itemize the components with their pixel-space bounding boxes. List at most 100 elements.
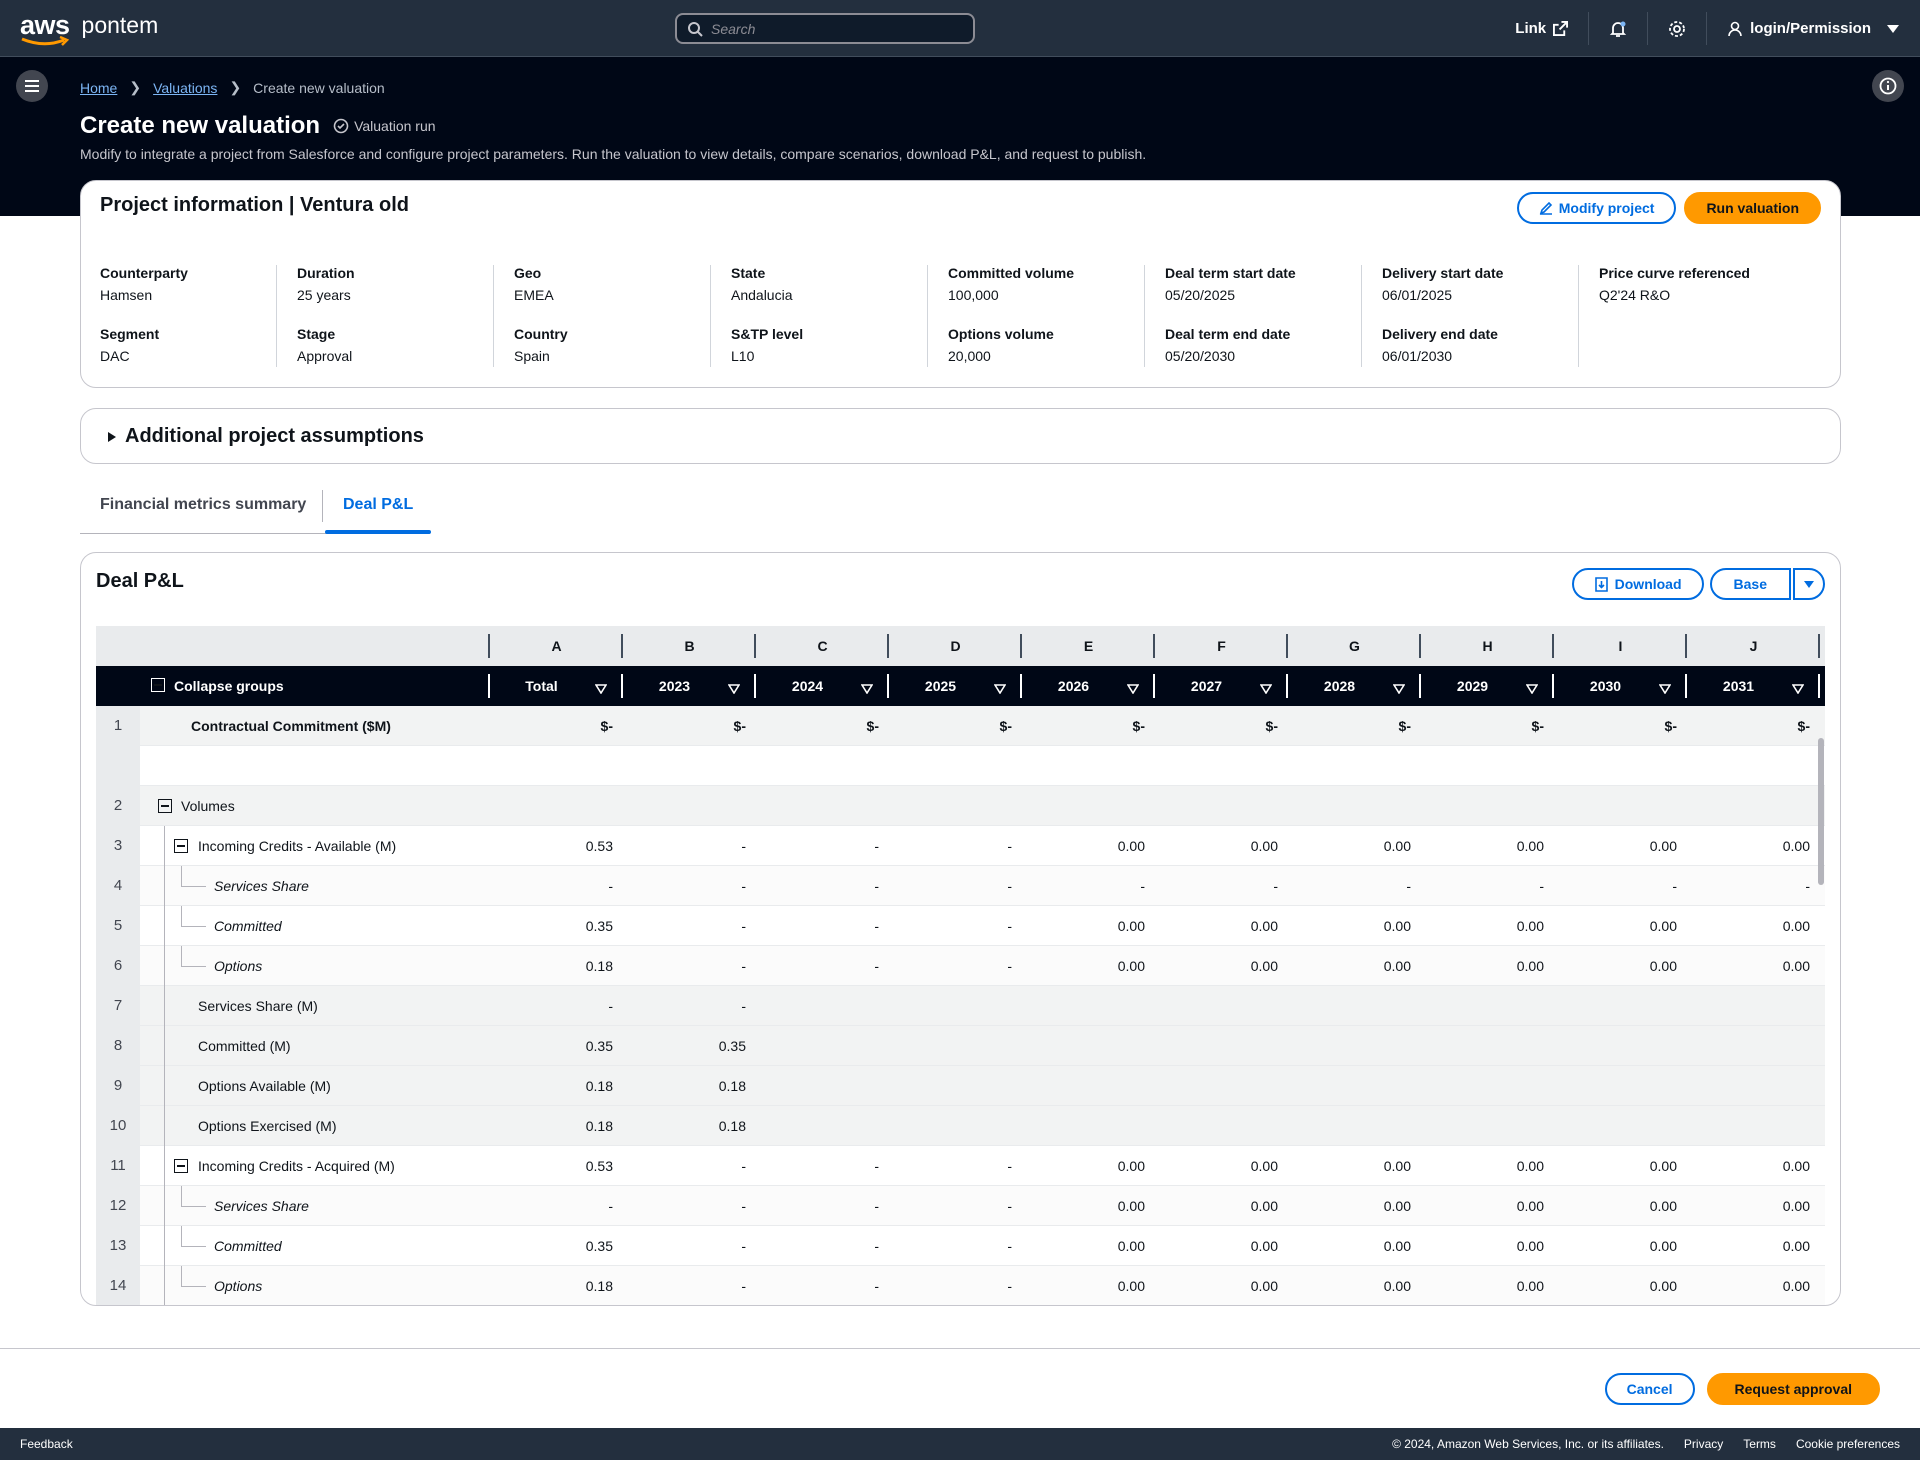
breadcrumb-home[interactable]: Home — [80, 80, 117, 96]
cell-value[interactable]: 0.18 — [513, 1106, 613, 1146]
cell-value[interactable]: 0.00 — [1710, 1146, 1810, 1186]
column-header[interactable]: 2031 — [1687, 666, 1790, 706]
table-row[interactable]: 5 Committed 0.35- - -0.00 0.00 0.00 0.00 0.00 0.0… — [96, 906, 1825, 946]
cell-value[interactable]: - — [513, 986, 613, 1026]
cell-value[interactable]: - — [513, 866, 613, 906]
cell-value[interactable]: - — [1311, 866, 1411, 906]
cell-value[interactable]: - — [646, 946, 746, 986]
cell-value[interactable]: - — [646, 866, 746, 906]
cell-value[interactable]: 0.53 — [513, 826, 613, 866]
cell-value[interactable]: - — [1045, 866, 1145, 906]
table-row[interactable]: 11 Incoming Credits - Acquired (M) 0.53- - -… — [96, 1146, 1825, 1186]
cell-value[interactable]: - — [1444, 866, 1544, 906]
cell-value[interactable]: - — [779, 866, 879, 906]
column-filter-icon[interactable] — [1259, 681, 1273, 697]
cell-value[interactable]: $- — [1045, 706, 1145, 746]
cell-value[interactable]: - — [1178, 866, 1278, 906]
cell-value[interactable]: - — [912, 1146, 1012, 1186]
cell-value[interactable]: 0.18 — [646, 1066, 746, 1106]
cell-value[interactable]: - — [912, 1186, 1012, 1226]
download-button[interactable]: Download — [1571, 568, 1704, 600]
cell-value[interactable]: 0.18 — [513, 946, 613, 986]
column-header[interactable]: 2029 — [1421, 666, 1524, 706]
column-filter-icon[interactable] — [860, 681, 874, 697]
cell-value[interactable]: 0.00 — [1577, 906, 1677, 946]
aws-pontem-logo[interactable]: aws pontem — [20, 12, 158, 46]
cell-value[interactable]: - — [912, 866, 1012, 906]
user-menu[interactable]: login/Permission — [1706, 12, 1920, 45]
cell-value[interactable]: 0.00 — [1045, 1186, 1145, 1226]
cell-value[interactable]: 0.53 — [513, 1146, 613, 1186]
cell-value[interactable]: 0.00 — [1311, 906, 1411, 946]
help-panel-button[interactable] — [1872, 70, 1904, 102]
cell-value[interactable]: $- — [1178, 706, 1278, 746]
column-filter-icon[interactable] — [1126, 681, 1140, 697]
cell-value[interactable]: - — [912, 1266, 1012, 1305]
column-header[interactable]: 2028 — [1288, 666, 1391, 706]
table-row[interactable]: 14 Options 0.18- - -0.00 0.00 0.00 0.00 0.00 0.00 — [96, 1266, 1825, 1305]
collapse-groups-label[interactable]: Collapse groups — [174, 666, 284, 706]
cell-value[interactable]: - — [779, 826, 879, 866]
cell-value[interactable]: 0.00 — [1710, 1226, 1810, 1266]
column-filter-icon[interactable] — [1525, 681, 1539, 697]
cell-value[interactable]: 0.35 — [513, 1226, 613, 1266]
column-header[interactable]: 2024 — [756, 666, 859, 706]
privacy-link[interactable]: Privacy — [1684, 1437, 1723, 1451]
cell-value[interactable]: 0.00 — [1710, 1266, 1810, 1305]
table-row[interactable]: 8 Committed (M) 0.35 0.35 — [96, 1026, 1825, 1066]
column-header[interactable]: 2023 — [623, 666, 726, 706]
cell-value[interactable]: 0.00 — [1577, 1146, 1677, 1186]
cell-value[interactable]: - — [779, 1186, 879, 1226]
cell-value[interactable]: 0.00 — [1311, 1226, 1411, 1266]
scenario-button[interactable]: Base — [1709, 568, 1791, 600]
cell-value[interactable]: - — [646, 826, 746, 866]
cell-value[interactable]: 0.00 — [1577, 1266, 1677, 1305]
external-link[interactable]: Link — [1495, 12, 1588, 45]
column-filter-icon[interactable] — [594, 681, 608, 697]
cell-value[interactable]: 0.00 — [1045, 826, 1145, 866]
cell-value[interactable]: 0.00 — [1045, 1226, 1145, 1266]
cell-value[interactable]: - — [646, 1266, 746, 1305]
cell-value[interactable]: 0.00 — [1311, 1146, 1411, 1186]
cell-value[interactable]: 0.00 — [1577, 946, 1677, 986]
cell-value[interactable]: 0.00 — [1311, 826, 1411, 866]
cell-value[interactable]: 0.00 — [1577, 826, 1677, 866]
collapse-group-icon[interactable] — [158, 799, 172, 813]
cell-value[interactable]: 0.00 — [1577, 1226, 1677, 1266]
table-row[interactable]: 13 Committed 0.35- - -0.00 0.00 0.00 0.00 0.00 0.… — [96, 1226, 1825, 1266]
vertical-scrollbar[interactable] — [1818, 738, 1824, 885]
cell-value[interactable]: - — [646, 1186, 746, 1226]
cell-value[interactable]: 0.00 — [1444, 946, 1544, 986]
modify-project-button[interactable]: Modify project — [1516, 192, 1677, 224]
cell-value[interactable]: 0.00 — [1444, 906, 1544, 946]
cell-value[interactable]: 0.00 — [1178, 1266, 1278, 1305]
notifications-button[interactable] — [1588, 12, 1647, 45]
breadcrumb-valuations[interactable]: Valuations — [153, 80, 217, 96]
cell-value[interactable]: 0.35 — [513, 906, 613, 946]
cell-value[interactable]: 0.00 — [1311, 946, 1411, 986]
collapse-group-icon[interactable] — [174, 1159, 188, 1173]
request-approval-button[interactable]: Request approval — [1706, 1373, 1880, 1405]
cell-value[interactable]: $- — [646, 706, 746, 746]
cell-value[interactable]: $- — [1710, 706, 1810, 746]
table-row[interactable]: 6 Options 0.18- - -0.00 0.00 0.00 0.00 0.00 0.00 — [96, 946, 1825, 986]
table-row[interactable]: 7 Services Share (M) - - — [96, 986, 1825, 1026]
column-filter-icon[interactable] — [727, 681, 741, 697]
feedback-link[interactable]: Feedback — [20, 1437, 73, 1451]
cell-value[interactable]: - — [1710, 866, 1810, 906]
cell-value[interactable]: 0.00 — [1444, 1266, 1544, 1305]
cell-value[interactable]: 0.35 — [646, 1026, 746, 1066]
cell-value[interactable]: - — [1577, 866, 1677, 906]
column-filter-icon[interactable] — [1791, 681, 1805, 697]
column-filter-icon[interactable] — [1658, 681, 1672, 697]
cell-value[interactable]: $- — [513, 706, 613, 746]
collapse-group-icon[interactable] — [174, 839, 188, 853]
run-valuation-button[interactable]: Run valuation — [1684, 192, 1821, 224]
cell-value[interactable]: 0.00 — [1710, 826, 1810, 866]
terms-link[interactable]: Terms — [1743, 1437, 1776, 1451]
settings-button[interactable] — [1647, 12, 1706, 45]
scenario-dropdown-button[interactable] — [1793, 568, 1825, 600]
column-header[interactable]: 2027 — [1155, 666, 1258, 706]
cell-value[interactable]: $- — [1577, 706, 1677, 746]
cell-value[interactable]: 0.18 — [513, 1066, 613, 1106]
